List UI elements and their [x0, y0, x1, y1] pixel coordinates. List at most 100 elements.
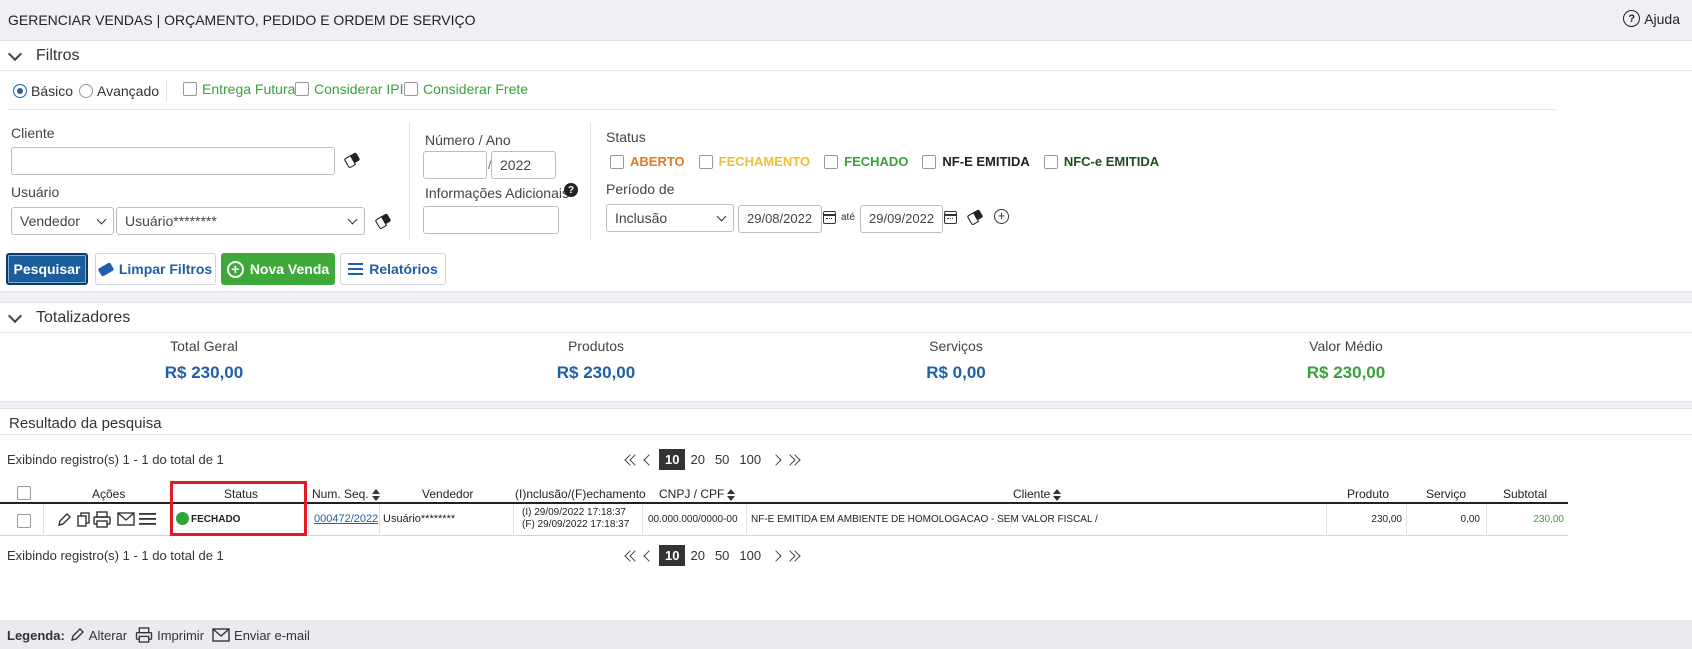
cliente-label: Cliente [11, 125, 55, 141]
status-option-label: FECHADO [844, 154, 909, 169]
row-produto: 230,00 [1371, 514, 1402, 525]
filters-section-header[interactable]: Filtros [0, 41, 1692, 71]
row-inclusao: (I) 29/09/2022 17:18:37 [522, 507, 626, 518]
eraser-icon[interactable] [343, 152, 361, 167]
select-all-checkbox[interactable] [17, 486, 31, 500]
page-size-option[interactable]: 50 [710, 450, 734, 469]
page-size-option[interactable]: 20 [685, 450, 709, 469]
row-vendedor: Usuário******** [383, 513, 456, 525]
status-option-label: ABERTO [630, 154, 685, 169]
calendar-icon[interactable] [823, 211, 836, 224]
date-to-input[interactable]: 29/09/2022 [860, 205, 943, 233]
next-page-icon[interactable] [770, 549, 782, 562]
col-subtotal: Subtotal [1503, 487, 1548, 501]
reports-button[interactable]: Relatórios [340, 253, 446, 285]
status-option-fechamento[interactable]: FECHAMENTO [698, 154, 810, 169]
calendar-icon[interactable] [944, 211, 957, 224]
info-input[interactable] [423, 206, 559, 234]
col-inclusao: (I)nclusão/(F)echamento [515, 487, 646, 501]
divider [409, 122, 410, 240]
legend-title: Legenda: [7, 627, 65, 643]
col-num-seq[interactable]: Num. Seq. [312, 487, 380, 501]
copy-icon[interactable] [77, 512, 91, 528]
row-num-seq-link[interactable]: 000472/2022 [314, 513, 378, 525]
prev-page-icon[interactable] [643, 549, 655, 562]
help-link[interactable]: ? Ajuda [1623, 10, 1680, 27]
valor-medio-value: R$ 230,00 [1306, 363, 1386, 382]
question-icon[interactable]: ? [564, 183, 578, 197]
chevron-down-icon [716, 211, 727, 222]
col-acoes: Ações [92, 487, 126, 501]
legend-print-label: Imprimir [157, 627, 205, 643]
future-delivery-checkbox[interactable]: Entrega Futura [183, 81, 295, 97]
ipi-checkbox[interactable]: Considerar IPI [295, 81, 403, 97]
prev-page-icon[interactable] [643, 453, 655, 466]
date-from-input[interactable]: 29/08/2022 [738, 205, 822, 233]
page-size-option[interactable]: 50 [710, 546, 734, 565]
totals-section-header[interactable]: Totalizadores [0, 303, 1692, 333]
legend-content: Legenda: Alterar Imprimir Enviar e-mail [7, 627, 310, 643]
numero-input[interactable] [423, 151, 487, 179]
mode-advanced-radio[interactable]: Avançado [79, 83, 159, 99]
printer-icon[interactable] [93, 511, 111, 528]
usuario-role-select[interactable]: Vendedor [11, 207, 114, 235]
page-size-option[interactable]: 10 [659, 545, 686, 566]
col-vendedor: Vendedor [422, 487, 474, 501]
usuario-select[interactable]: Usuário******** [116, 207, 365, 235]
freight-checkbox[interactable]: Considerar Frete [404, 81, 528, 97]
new-sale-button[interactable]: + Nova Venda [221, 253, 335, 285]
page-size-option[interactable]: 100 [734, 546, 766, 565]
periodo-type-value: Inclusão [615, 210, 668, 226]
status-option-aberto[interactable]: ABERTO [610, 154, 685, 169]
col-produto: Produto [1347, 487, 1390, 501]
checkbox-icon [824, 154, 839, 169]
eraser-icon [97, 261, 115, 277]
clear-filters-label: Limpar Filtros [118, 261, 213, 277]
help-label: Ajuda [1644, 10, 1680, 27]
checkbox-icon [698, 154, 713, 169]
page-size-option[interactable]: 100 [734, 450, 766, 469]
eraser-icon[interactable] [966, 209, 984, 224]
search-button[interactable]: Pesquisar [6, 253, 88, 285]
eraser-icon[interactable] [374, 213, 392, 228]
row-checkbox[interactable] [17, 514, 31, 528]
envelope-icon[interactable] [117, 512, 135, 526]
col-cliente[interactable]: Cliente [1013, 487, 1062, 501]
printer-icon [135, 627, 153, 643]
next-page-icon[interactable] [770, 453, 782, 466]
periodo-type-select[interactable]: Inclusão [606, 204, 734, 232]
usuario-value: Usuário******** [125, 213, 217, 229]
add-circle-icon[interactable]: + [994, 209, 1009, 224]
page-title: GERENCIAR VENDAS | ORÇAMENTO, PEDIDO E O… [8, 12, 476, 28]
ipi-label: Considerar IPI [314, 81, 404, 97]
col-cnpj[interactable]: CNPJ / CPF [659, 487, 736, 501]
clear-filters-button[interactable]: Limpar Filtros [95, 253, 216, 285]
menu-icon[interactable] [139, 512, 156, 526]
row-fechamento: (F) 29/09/2022 17:18:37 [522, 519, 630, 530]
chevron-down-icon [7, 46, 23, 62]
checkbox-icon [404, 82, 418, 96]
info-label: Informações Adicionais [425, 185, 569, 201]
date-separator: até [841, 212, 855, 223]
legend-edit-label: Alterar [88, 627, 128, 643]
status-column-highlight [170, 481, 307, 536]
mode-basic-radio[interactable]: Básico [13, 83, 73, 99]
divider [590, 122, 591, 240]
pagination-top: 10 20 50 100 [624, 449, 801, 470]
row-cnpj: 00.000.000/0000-00 [648, 514, 738, 525]
ano-input[interactable]: 2022 [491, 151, 556, 179]
pencil-icon[interactable] [56, 512, 72, 528]
status-option-nfce[interactable]: NFC-e EMITIDA [1043, 154, 1159, 169]
separator-band [0, 291, 1692, 303]
col-servico: Serviço [1426, 487, 1467, 501]
cliente-input[interactable] [11, 147, 335, 175]
chevron-down-icon [347, 214, 358, 225]
status-option-fechado[interactable]: FECHADO [824, 154, 908, 169]
divider [8, 109, 1555, 110]
status-option-nfe[interactable]: NF-E EMITIDA [922, 154, 1030, 169]
page-size-option[interactable]: 10 [659, 449, 686, 470]
freight-label: Considerar Frete [423, 81, 529, 97]
total-geral-value: R$ 230,00 [164, 363, 244, 382]
menu-icon [348, 263, 364, 275]
page-size-option[interactable]: 20 [685, 546, 709, 565]
